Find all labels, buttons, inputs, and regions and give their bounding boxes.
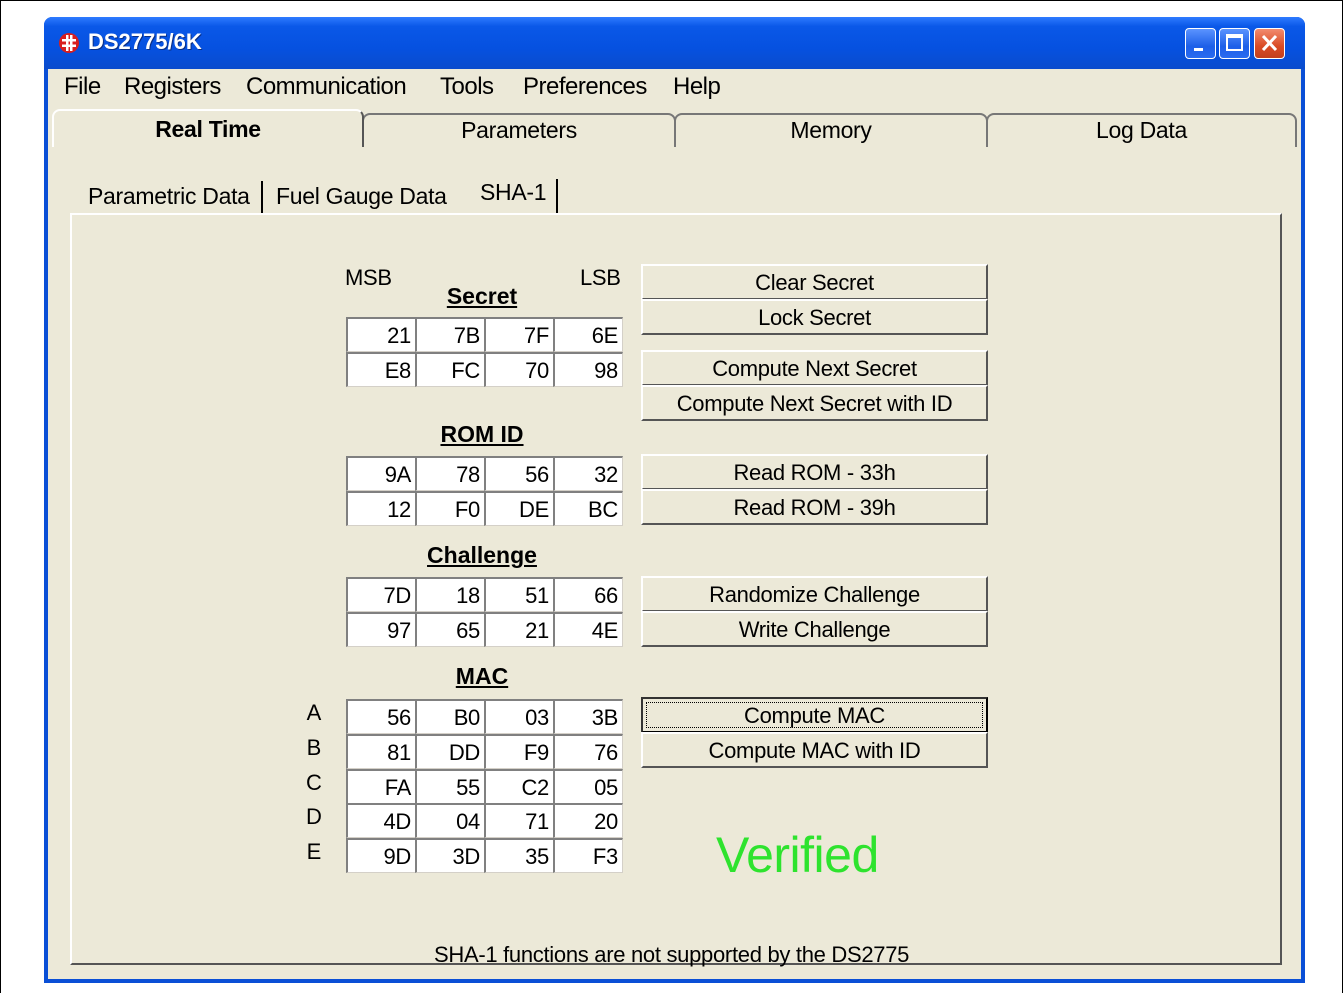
lsb-label: LSB [580,265,621,290]
secret-cell[interactable]: FC [415,352,485,387]
mac-cell[interactable]: 76 [553,734,623,769]
compute-mac-button[interactable]: Compute MAC [641,697,988,733]
maximize-button[interactable] [1219,28,1250,59]
subtab-parametric-data[interactable]: Parametric Data [88,181,250,215]
mac-row-label: C [306,770,322,795]
secret-cell[interactable]: E8 [346,352,416,387]
minimize-button[interactable] [1185,28,1216,59]
mac-cell[interactable]: F9 [484,734,554,769]
mac-row-label: A [306,700,322,725]
write-challenge-button[interactable]: Write Challenge [641,611,988,647]
window-title: DS2775/6K [88,29,202,54]
rom-id-cell[interactable]: F0 [415,491,485,526]
mac-cell[interactable]: 3B [553,699,623,734]
menu-bar: File Registers Communication Tools Prefe… [48,69,1301,105]
challenge-cell[interactable]: 65 [415,612,485,647]
minimize-icon [1194,48,1203,51]
challenge-cell[interactable]: 66 [553,577,623,612]
compute-next-secret-with-id-button[interactable]: Compute Next Secret with ID [641,385,988,421]
mac-cell[interactable]: C2 [484,769,554,804]
menu-help[interactable]: Help [673,73,721,101]
randomize-challenge-button[interactable]: Randomize Challenge [641,576,988,612]
subtab-sha1[interactable]: SHA-1 [480,177,547,211]
app-window: DS2775/6K File Registers Communication T… [44,17,1305,983]
tab-parameters[interactable]: Parameters [362,113,676,147]
tab-real-time[interactable]: Real Time [52,109,364,147]
read-rom-39h-button[interactable]: Read ROM - 39h [641,489,988,525]
mac-cell[interactable]: 20 [553,803,623,838]
rom-id-cell[interactable]: 9A [346,456,416,491]
subtab-divider [261,181,263,213]
menu-preferences[interactable]: Preferences [523,73,647,101]
secret-cell[interactable]: 7F [484,317,554,352]
mac-cell[interactable]: 35 [484,838,554,873]
mac-cell[interactable]: 9D [346,838,416,873]
app-logo-icon [59,33,79,53]
challenge-cell[interactable]: 51 [484,577,554,612]
mac-cell[interactable]: B0 [415,699,485,734]
rom-id-cell[interactable]: BC [553,491,623,526]
mac-cell[interactable]: 4D [346,803,416,838]
lock-secret-button[interactable]: Lock Secret [641,299,988,335]
rom-id-cell[interactable]: 56 [484,456,554,491]
secret-cell[interactable]: 7B [415,317,485,352]
mac-cell[interactable]: 03 [484,699,554,734]
mac-cell[interactable]: 56 [346,699,416,734]
menu-registers[interactable]: Registers [124,73,221,101]
mac-cell[interactable]: 71 [484,803,554,838]
sha1-support-note: SHA-1 functions are not supported by the… [434,942,910,967]
mac-cell[interactable]: 81 [346,734,416,769]
clear-secret-button[interactable]: Clear Secret [641,264,988,300]
rom-id-title: ROM ID [440,421,524,447]
subtab-fuel-gauge-data[interactable]: Fuel Gauge Data [276,181,447,215]
challenge-cell[interactable]: 18 [415,577,485,612]
mac-cell[interactable]: F3 [553,838,623,873]
compute-mac-with-id-button[interactable]: Compute MAC with ID [641,732,988,768]
secret-cell[interactable]: 6E [553,317,623,352]
secret-cell[interactable]: 70 [484,352,554,387]
mac-cell[interactable]: FA [346,769,416,804]
subtab-divider [556,179,558,215]
mac-title: MAC [455,663,509,689]
title-bar[interactable]: DS2775/6K [44,17,1305,69]
read-rom-33h-button[interactable]: Read ROM - 33h [641,454,988,490]
mac-cell[interactable]: 55 [415,769,485,804]
challenge-title: Challenge [427,542,537,568]
challenge-cell[interactable]: 97 [346,612,416,647]
mac-cell[interactable]: 3D [415,838,485,873]
secret-cell[interactable]: 98 [553,352,623,387]
main-tab-strip: Real Time Parameters Memory Log Data [48,109,1301,147]
menu-file[interactable]: File [64,73,101,101]
tab-log-data[interactable]: Log Data [986,113,1297,147]
tab-memory[interactable]: Memory [674,113,988,147]
rom-id-cell[interactable]: 12 [346,491,416,526]
rom-id-cell[interactable]: 78 [415,456,485,491]
menu-tools[interactable]: Tools [440,73,494,101]
client-area: File Registers Communication Tools Prefe… [48,69,1301,979]
maximize-icon [1226,34,1243,51]
rom-id-cell[interactable]: DE [484,491,554,526]
challenge-cell[interactable]: 4E [553,612,623,647]
challenge-cell[interactable]: 21 [484,612,554,647]
rom-id-cell[interactable]: 32 [553,456,623,491]
mac-cell[interactable]: DD [415,734,485,769]
mac-row-label: E [306,839,322,864]
verification-status: Verified [716,827,879,883]
mac-row-label: D [306,804,322,829]
close-icon [1261,34,1278,52]
secret-cell[interactable]: 21 [346,317,416,352]
challenge-cell[interactable]: 7D [346,577,416,612]
mac-cell[interactable]: 04 [415,803,485,838]
menu-communication[interactable]: Communication [246,73,407,101]
mac-cell[interactable]: 05 [553,769,623,804]
close-button[interactable] [1254,28,1285,59]
compute-next-secret-button[interactable]: Compute Next Secret [641,350,988,386]
secret-title: Secret [446,283,518,309]
mac-row-label: B [306,735,322,760]
